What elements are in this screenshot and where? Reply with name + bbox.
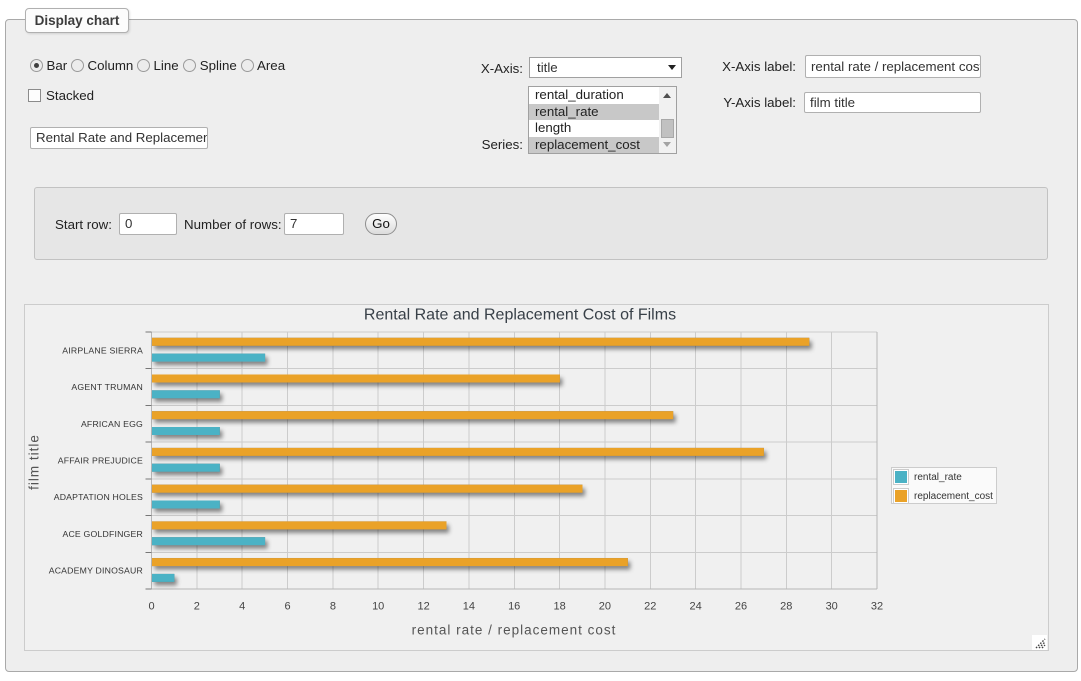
svg-text:AFRICAN EGG: AFRICAN EGG	[81, 419, 143, 429]
svg-text:32: 32	[871, 601, 883, 613]
svg-text:30: 30	[826, 601, 838, 613]
svg-text:Rental Rate and Replacement Co: Rental Rate and Replacement Cost of Film…	[364, 307, 676, 324]
svg-text:8: 8	[330, 601, 336, 613]
svg-text:22: 22	[644, 601, 656, 613]
svg-text:ACADEMY DINOSAUR: ACADEMY DINOSAUR	[49, 566, 143, 576]
svg-text:0: 0	[148, 601, 154, 613]
svg-text:24: 24	[689, 601, 701, 613]
svg-text:4: 4	[239, 601, 245, 613]
svg-text:20: 20	[599, 601, 611, 613]
svg-text:28: 28	[780, 601, 792, 613]
svg-text:6: 6	[284, 601, 290, 613]
svg-text:AIRPLANE SIERRA: AIRPLANE SIERRA	[62, 345, 143, 355]
svg-text:AFFAIR PREJUDICE: AFFAIR PREJUDICE	[58, 456, 143, 466]
svg-text:ACE GOLDFINGER: ACE GOLDFINGER	[62, 529, 143, 539]
svg-text:18: 18	[553, 601, 565, 613]
svg-text:10: 10	[372, 601, 384, 613]
svg-text:12: 12	[417, 601, 429, 613]
svg-text:ADAPTATION HOLES: ADAPTATION HOLES	[54, 492, 143, 502]
svg-text:rental_rate: rental_rate	[914, 472, 962, 483]
svg-text:14: 14	[463, 601, 475, 613]
svg-text:16: 16	[508, 601, 520, 613]
svg-text:AGENT TRUMAN: AGENT TRUMAN	[71, 382, 143, 392]
svg-text:26: 26	[735, 601, 747, 613]
svg-text:film title: film title	[27, 434, 42, 490]
svg-text:2: 2	[194, 601, 200, 613]
svg-text:replacement_cost: replacement_cost	[914, 491, 993, 502]
svg-text:rental rate / replacement cost: rental rate / replacement cost	[412, 623, 617, 638]
